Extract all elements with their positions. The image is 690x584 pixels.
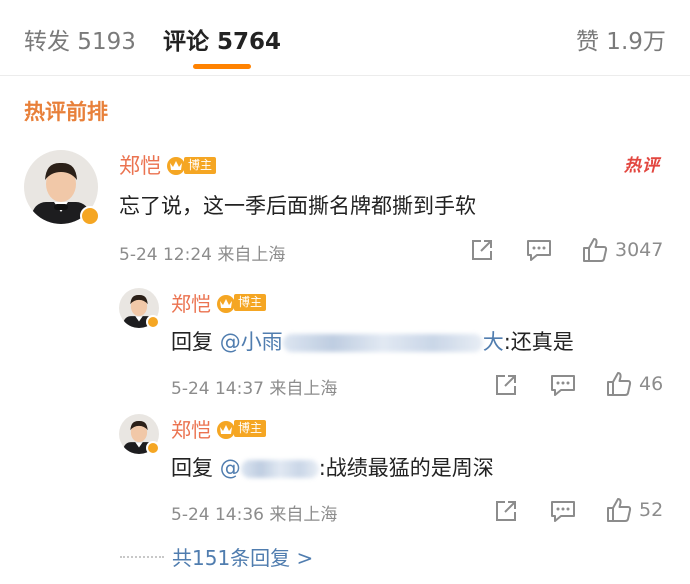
share-icon — [472, 240, 492, 260]
comment-author[interactable]: 郑恺 — [119, 150, 161, 180]
like-count: 3047 — [615, 239, 664, 261]
share-button[interactable] — [470, 238, 494, 262]
reply-meta: 5-24 14:36 来自上海 — [171, 505, 338, 525]
share-button[interactable] — [494, 373, 518, 397]
like-icon — [583, 238, 608, 262]
like-count: 52 — [639, 499, 664, 521]
reply-prefix: 回复 — [171, 330, 220, 354]
share-icon — [496, 375, 516, 395]
comment-icon — [527, 240, 551, 261]
mention-link[interactable]: @ — [220, 456, 319, 480]
verified-icon — [80, 206, 100, 226]
mention-start: @ — [219, 456, 241, 480]
reply-body: :战绩最猛的是周深 — [318, 456, 494, 480]
reply-author-row: 郑恺 博主 — [171, 414, 267, 443]
section-title: 热评前排 — [24, 100, 108, 124]
share-button[interactable] — [494, 499, 518, 523]
like-button[interactable]: 52 — [605, 496, 663, 524]
active-tab-indicator — [193, 64, 251, 69]
blogger-tag-label: 博主 — [184, 156, 217, 174]
hot-comment-badge: 热评 — [624, 156, 660, 176]
blogger-tag: 博主 — [165, 154, 217, 176]
like-button[interactable]: 3047 — [581, 236, 663, 264]
reply-button[interactable] — [526, 238, 552, 262]
like-icon — [607, 372, 632, 396]
avatar[interactable] — [24, 150, 100, 226]
blogger-tag: 博主 — [215, 418, 267, 440]
reply-meta: 5-24 14:37 来自上海 — [171, 379, 338, 399]
verified-icon — [146, 315, 160, 329]
reply-avatar[interactable] — [119, 288, 160, 329]
comment-icon — [551, 501, 575, 522]
reply-author-row: 郑恺 博主 — [171, 288, 267, 317]
mention-link[interactable]: @小雨 大 — [220, 330, 504, 354]
reply-button[interactable] — [550, 499, 576, 523]
like-count: 46 — [639, 373, 664, 395]
reply-author[interactable]: 郑恺 — [171, 288, 211, 317]
share-icon — [496, 501, 516, 521]
reply-avatar[interactable] — [119, 414, 160, 455]
comment-meta: 5-24 12:24 来自上海 — [119, 245, 286, 265]
more-replies-label: 共151条回复 > — [172, 546, 314, 570]
blurred-username — [282, 334, 483, 352]
comment-text: 忘了说，这一季后面撕名牌都撕到手软 — [119, 194, 476, 218]
reply-prefix: 回复 — [171, 456, 220, 480]
tab-bar: 转发 5193 评论 5764 赞 1.9万 — [0, 0, 690, 76]
like-icon — [607, 498, 632, 522]
mention-end: 大 — [482, 330, 504, 354]
blogger-tag: 博主 — [215, 292, 267, 314]
reply-button[interactable] — [550, 373, 576, 397]
divider-dots — [120, 555, 164, 558]
blurred-username — [240, 460, 319, 478]
tab-like[interactable]: 赞 1.9万 — [576, 22, 666, 56]
like-button[interactable]: 46 — [605, 370, 663, 398]
tab-repost[interactable]: 转发 5193 — [24, 22, 136, 56]
blogger-tag-label: 博主 — [234, 420, 267, 437]
reply-body: :还真是 — [503, 330, 574, 354]
reply-text: 回复 @ :战绩最猛的是周深 — [171, 452, 494, 482]
comment-author-row: 郑恺 博主 — [119, 150, 217, 180]
mention-start: @小雨 — [219, 330, 283, 354]
comment-icon — [551, 375, 575, 396]
blogger-tag-label: 博主 — [234, 294, 267, 311]
more-replies-link[interactable]: 共151条回复 > — [120, 542, 313, 571]
verified-icon — [146, 441, 160, 455]
tab-comment[interactable]: 评论 5764 — [163, 22, 281, 56]
reply-author[interactable]: 郑恺 — [171, 414, 211, 443]
reply-text: 回复 @小雨 大:还真是 — [171, 326, 574, 356]
